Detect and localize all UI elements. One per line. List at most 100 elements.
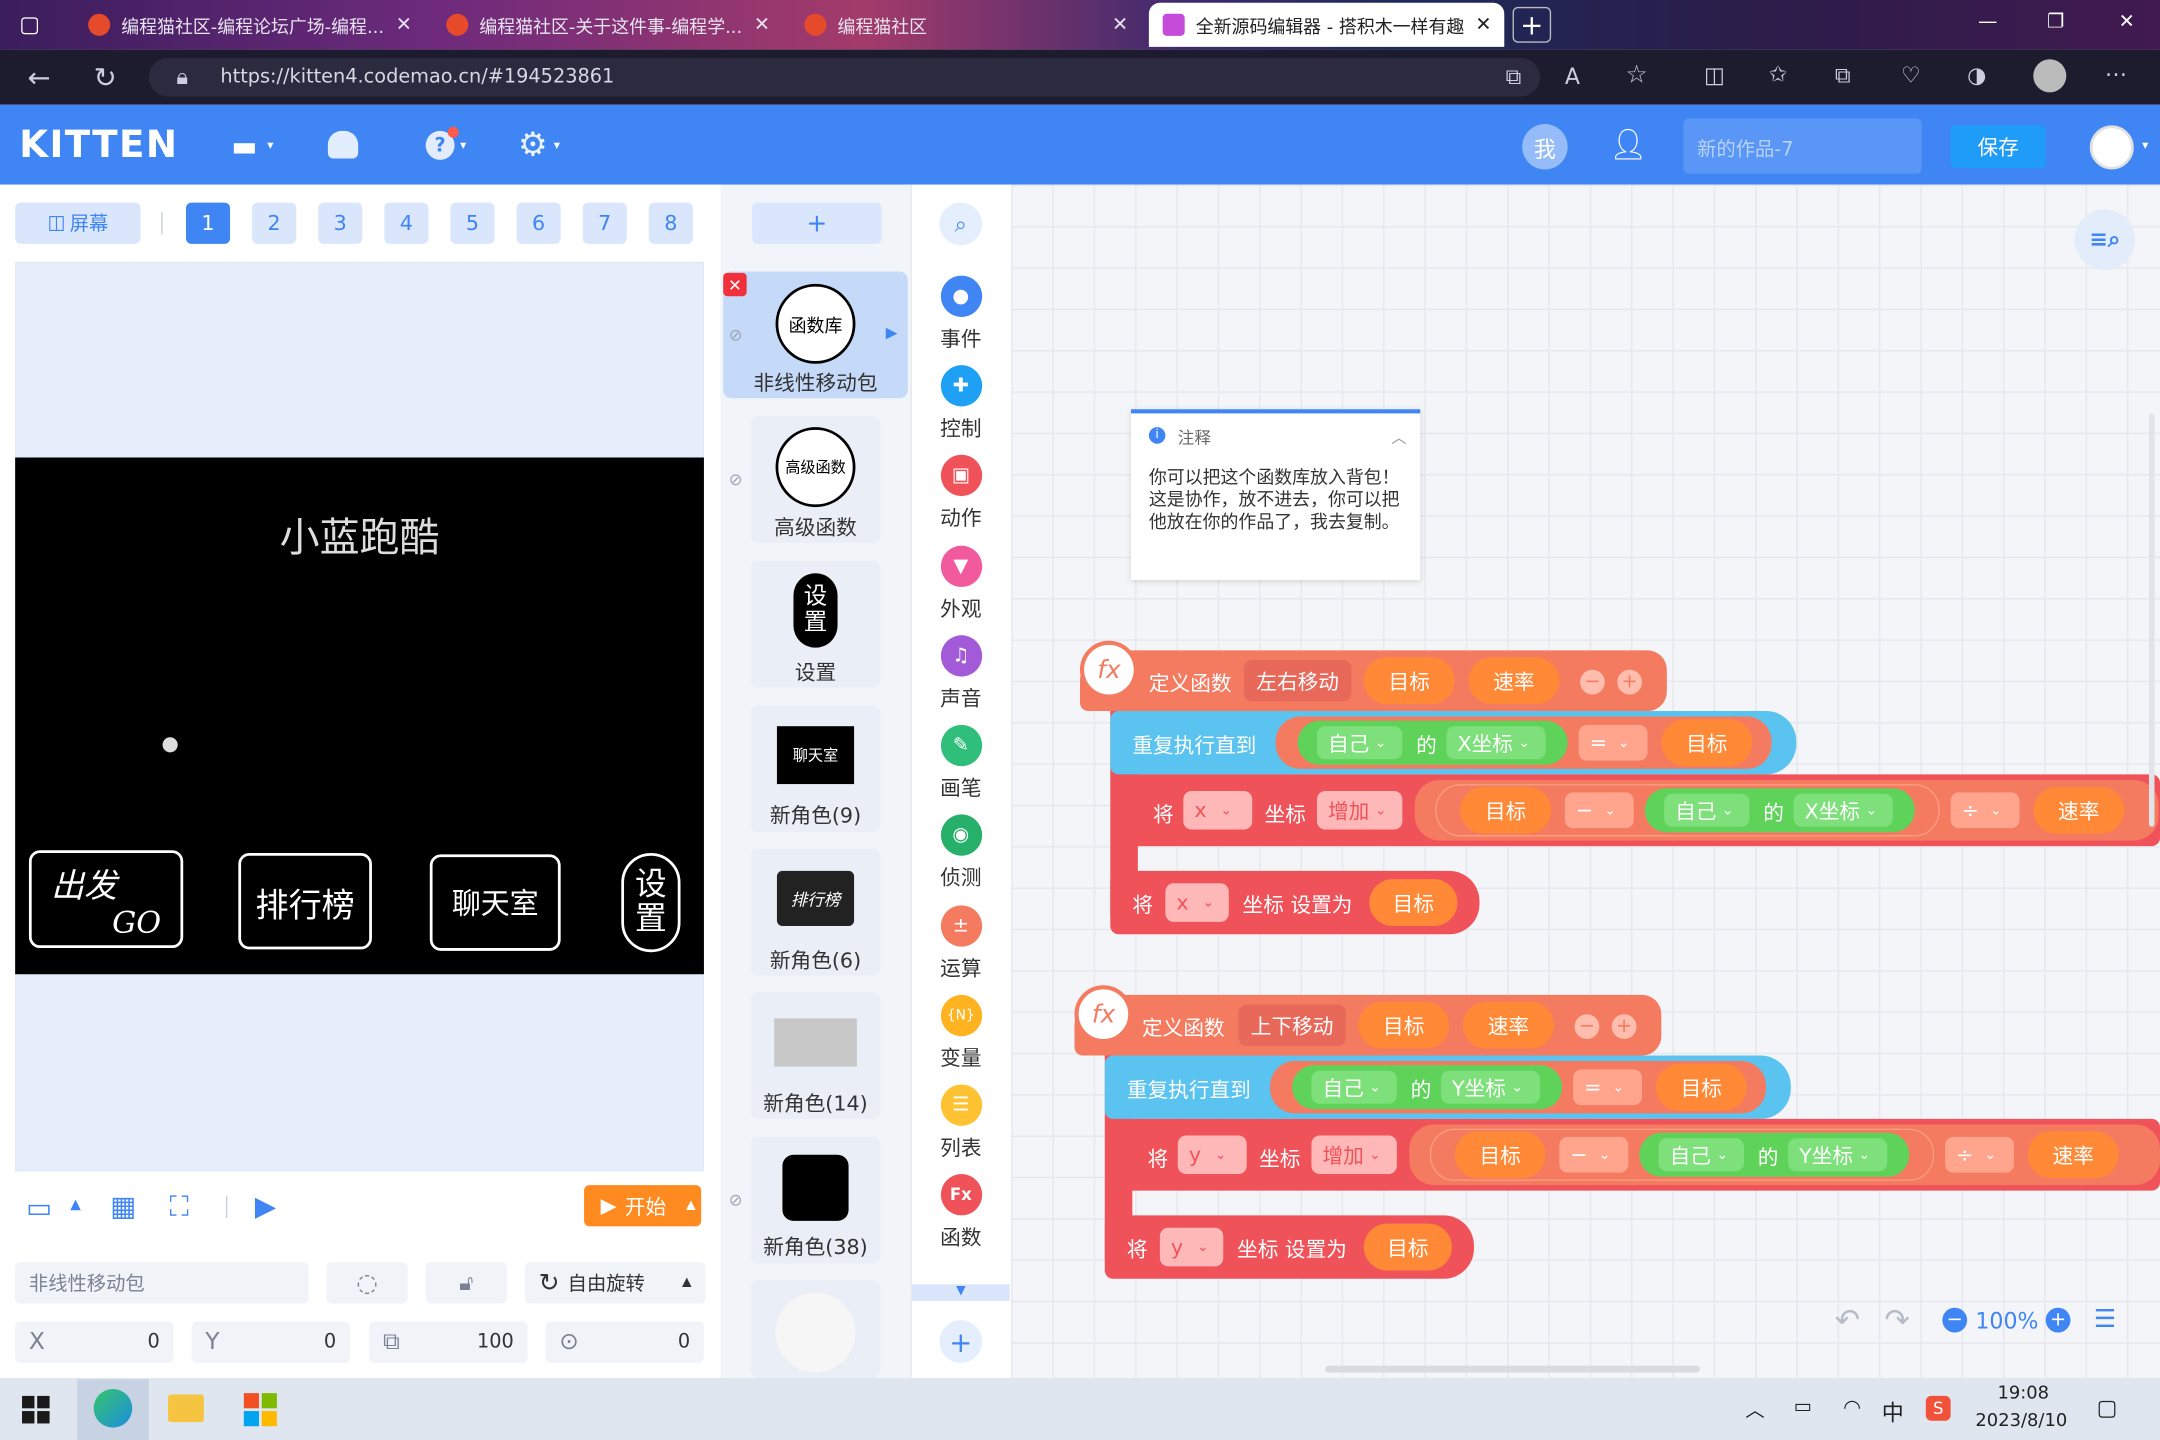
performance-icon[interactable]: ♡	[1901, 62, 1921, 88]
folder-icon[interactable]: ▬	[231, 130, 261, 163]
x-coord-dropdown[interactable]: X坐标 ⌄	[1793, 793, 1893, 827]
browser-tab-3[interactable]: 编程猫社区 ✕	[791, 3, 1142, 47]
horizontal-scrollbar[interactable]	[1325, 1365, 1700, 1373]
page-tab-1[interactable]: 1	[185, 202, 231, 244]
self-dropdown[interactable]: 自己 ⌄	[1311, 1070, 1397, 1104]
axis-dropdown[interactable]: y ⌄	[1159, 1227, 1224, 1267]
rotation-mode-select[interactable]: ↻ 自由旋转 ▲	[524, 1262, 706, 1304]
refresh-icon[interactable]: ↻	[94, 61, 117, 94]
save-button[interactable]: 保存	[1950, 125, 2046, 169]
read-aloud-icon[interactable]: A	[1565, 63, 1580, 89]
split-screen-icon[interactable]: ◫	[1704, 62, 1725, 88]
add-param-icon[interactable]: +	[1611, 1014, 1637, 1040]
zoom-out-icon[interactable]: −	[1942, 1307, 1968, 1333]
close-icon[interactable]: ✕	[1475, 14, 1491, 36]
add-collaborator-icon[interactable]: 👤︎	[1609, 128, 1647, 162]
category-sensing[interactable]: ◉ 侦测	[911, 814, 1012, 891]
collapse-icon[interactable]: ︿	[1391, 426, 1406, 448]
chevron-down-icon[interactable]: ▾	[2142, 139, 2148, 153]
sogou-ime-icon[interactable]: S	[1925, 1395, 1951, 1421]
target-var[interactable]: 目标	[1369, 879, 1458, 927]
collections-icon[interactable]: ⧉	[1835, 62, 1851, 90]
function-name[interactable]: 上下移动	[1238, 1004, 1346, 1046]
category-variables[interactable]: {N} 变量	[911, 994, 1012, 1072]
size-field[interactable]: ⧉ 100	[369, 1321, 528, 1363]
divide-dropdown[interactable]: ÷ ⌄	[1950, 792, 2020, 829]
y-coord-dropdown[interactable]: Y坐标 ⌄	[1788, 1138, 1888, 1172]
category-motion[interactable]: ▣ 动作	[911, 454, 1012, 532]
visibility-off-icon[interactable]: ◌	[326, 1262, 408, 1304]
page-tab-4[interactable]: 4	[384, 202, 429, 244]
category-pen[interactable]: ✎ 画笔	[911, 724, 1012, 802]
chevron-down-icon[interactable]: ▾	[554, 139, 560, 153]
increase-dropdown[interactable]: 增加 ⌄	[1316, 790, 1403, 830]
preview-icon[interactable]: ▶︎	[255, 1189, 276, 1222]
wifi-icon[interactable]: ◠	[1843, 1395, 1861, 1420]
browser-tab-4[interactable]: 全新源码编辑器 - 搭积木一样有趣 ✕	[1148, 2, 1505, 47]
stage-size-icon[interactable]: ▭	[26, 1191, 52, 1224]
favorites-icon[interactable]: ✩	[1769, 61, 1787, 87]
profile-avatar[interactable]	[2033, 59, 2067, 93]
page-tab-8[interactable]: 8	[648, 202, 693, 244]
increase-dropdown[interactable]: 增加 ⌄	[1311, 1135, 1397, 1175]
browser-tab-2[interactable]: 编程猫社区-关于这件事-编程学... ✕	[433, 3, 784, 47]
self-dropdown[interactable]: 自己 ⌄	[1664, 793, 1750, 827]
start-button[interactable]: ▶ 开始 ▲	[584, 1185, 702, 1227]
stage-settings-button[interactable]: 设 置	[621, 852, 681, 953]
chevron-down-icon[interactable]: ▾	[267, 139, 273, 153]
delete-sprite-icon[interactable]: ✕	[723, 272, 747, 297]
grid-icon[interactable]: ▦	[110, 1189, 136, 1222]
vertical-scrollbar[interactable]	[2148, 413, 2155, 827]
more-icon[interactable]: ⋯	[2105, 61, 2127, 87]
stage-rank-button[interactable]: 排行榜	[238, 852, 372, 950]
speed-var[interactable]: 速率	[2033, 786, 2125, 834]
sprite-name-input[interactable]: 非线性移动包	[15, 1262, 309, 1304]
category-events[interactable]: ● 事件	[911, 275, 1012, 353]
axis-dropdown[interactable]: x ⌄	[1165, 883, 1229, 922]
y-coord-dropdown[interactable]: Y坐标 ⌄	[1440, 1070, 1541, 1104]
remove-param-icon[interactable]: −	[1580, 669, 1605, 695]
param-target[interactable]: 目标	[1358, 1001, 1450, 1049]
category-sound[interactable]: ♫ 声音	[911, 635, 1012, 712]
stage-go-button[interactable]: 出发 GO	[28, 850, 184, 949]
tray-expand-icon[interactable]: ︿	[1745, 1396, 1764, 1424]
page-tab-5[interactable]: 5	[450, 202, 495, 244]
page-tab-6[interactable]: 6	[516, 202, 561, 244]
add-sprite-button[interactable]: +	[752, 202, 882, 244]
stage-chat-button[interactable]: 聊天室	[429, 854, 561, 951]
x-field[interactable]: X 0	[15, 1321, 174, 1363]
hidden-eye-icon[interactable]: ⊘	[729, 1191, 743, 1210]
chevron-up-icon[interactable]: ▲	[686, 1199, 696, 1213]
notification-icon[interactable]: ▢	[2097, 1395, 2118, 1421]
ime-indicator[interactable]: 中	[1882, 1395, 1904, 1428]
player-sprite[interactable]	[162, 737, 178, 753]
y-field[interactable]: Y 0	[191, 1321, 350, 1363]
minus-dropdown[interactable]: − ⌄	[1559, 1136, 1629, 1173]
target-var[interactable]: 目标	[1454, 1131, 1546, 1179]
chevron-up-icon[interactable]: ▲	[70, 1197, 81, 1212]
tab-actions-icon[interactable]: ▢	[19, 11, 40, 37]
page-tab-3[interactable]: 3	[318, 202, 363, 244]
clock-date[interactable]: 2023/8/10	[1975, 1411, 2067, 1432]
open-app-icon[interactable]: ⧉	[1506, 63, 1522, 91]
eq-dropdown[interactable]: = ⌄	[1578, 724, 1648, 761]
chevron-down-icon[interactable]: ▾	[460, 139, 466, 153]
url-input[interactable]: https://kitten4.codemao.cn/#194523861	[148, 57, 1541, 97]
fullscreen-icon[interactable]: ⛶	[169, 1189, 188, 1222]
backpack-icon[interactable]	[327, 130, 359, 159]
remove-param-icon[interactable]: −	[1574, 1014, 1600, 1040]
windows-start-icon[interactable]	[22, 1395, 50, 1424]
settings-gear-icon[interactable]: ⚙	[518, 125, 548, 164]
self-dropdown[interactable]: 自己 ⌄	[1316, 726, 1403, 760]
param-target[interactable]: 目标	[1363, 657, 1455, 705]
screen-button[interactable]: ◫ 屏幕	[15, 202, 141, 244]
category-control[interactable]: ✚ 控制	[911, 365, 1012, 442]
zoom-in-icon[interactable]: +	[2045, 1307, 2071, 1333]
direction-field[interactable]: ⊙ 0	[545, 1321, 704, 1363]
unlock-icon[interactable]: 🔓︎	[425, 1262, 507, 1304]
window-close-icon[interactable]: ✕	[2119, 11, 2135, 33]
search-blocks-icon[interactable]: ≡⌕	[2074, 209, 2136, 271]
add-param-icon[interactable]: +	[1617, 669, 1643, 695]
file-explorer-icon[interactable]	[168, 1394, 204, 1423]
target-var[interactable]: 目标	[1363, 1223, 1452, 1271]
